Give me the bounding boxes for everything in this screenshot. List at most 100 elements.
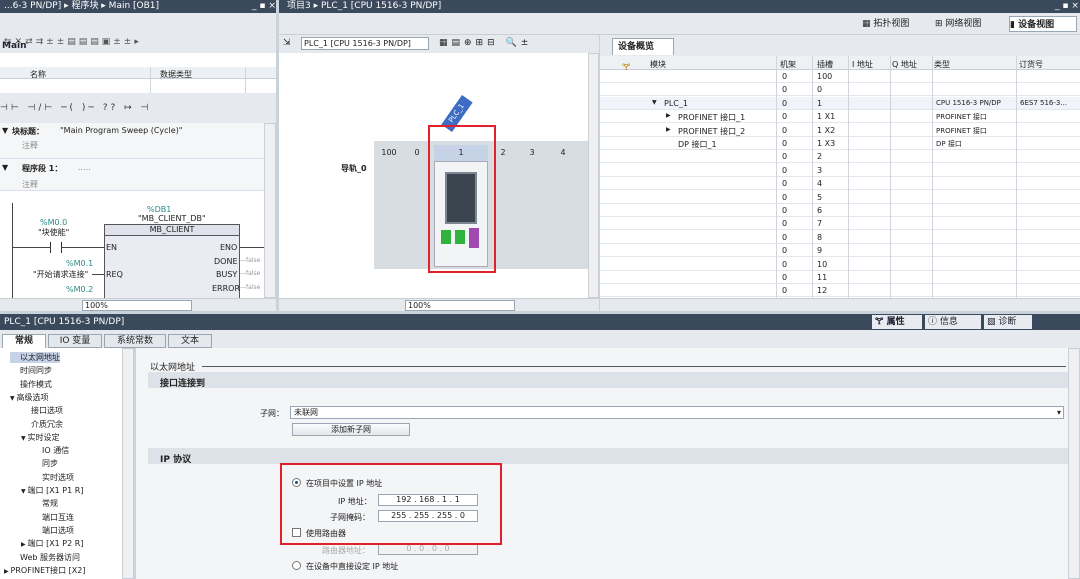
nav-item[interactable]: 操作模式 [10,379,52,390]
radio-set-on-device[interactable] [292,561,301,570]
ladder-toolbar: ⊣⊢ ⊣/⊢ ─( )─ ?? ↦ ⊣ [0,93,276,123]
ladder-elements-icons[interactable]: ⊣⊢ ⊣/⊢ ─( )─ ?? ↦ ⊣ [0,103,151,113]
col-slot: 插槽 [817,60,833,69]
table-row[interactable]: 03 [600,164,1080,177]
view-switcher: ▦ 拓扑视图 ⊞ 网络视图 ▮ 设备视图 [279,13,1080,35]
tab-device[interactable]: ▮ 设备视图 [1009,16,1077,32]
tab-info[interactable]: ⓘ 信息 [925,315,981,329]
table-row[interactable]: 0 10 [600,258,1080,271]
table-row[interactable]: 07 [600,217,1080,231]
tab-io-tags[interactable]: IO 变量 [48,334,102,348]
block-name: Main [2,41,27,51]
contact1-address: %M0.0 [40,218,68,227]
network-comment[interactable]: 注释 [22,179,38,190]
nav-item[interactable]: ▼ 实时设定 [21,432,60,443]
nav-item[interactable]: ▶ 端口 [X1 P2 R] [21,538,83,549]
table-row[interactable]: 09 [600,244,1080,258]
dropdown-arrow-icon: ▾ [1056,408,1061,417]
table-row[interactable]: DP 接口_1 0 1 X3 DP 接口 [600,137,1080,150]
table-row[interactable]: 0 11 [600,271,1080,284]
block-comment[interactable]: 注释 [22,140,38,151]
tab-diagnostics[interactable]: ▧ 诊断 [984,315,1032,329]
expand-icon[interactable]: ▼ [652,99,657,106]
device-window-controls[interactable]: _ ▪ × [1055,0,1079,12]
nav-item[interactable]: 介质冗余 [21,419,63,430]
slot-cell: 100 [817,72,833,81]
tab-texts[interactable]: 文本 [168,334,212,348]
nav-item[interactable]: IO 通信 [32,445,69,456]
module-cell: PLC_1 [664,98,688,108]
toolbar-icons[interactable]: ⇆✕⇄⇉±±▤▤▤▣±±▸ [4,37,264,47]
tab-properties[interactable]: 🝖 属性 [872,315,922,329]
rail-label: 导轨_0 [341,164,367,173]
slot-0[interactable]: 0 [404,148,430,157]
table-row[interactable]: ▼ PLC_1 0 1 CPU 1516-3 PN/DP 6ES7 516-3... [600,96,1080,110]
tab-device-overview[interactable]: 设备概览 [612,38,674,55]
editor-zoom[interactable]: 100% [82,300,192,311]
expand-icon[interactable]: ▶ [666,126,671,133]
nav-item[interactable]: Web 服务器访问 [10,552,80,563]
content-vscroll[interactable] [1068,348,1080,579]
table-row[interactable]: ▶ PROFINET 接口_1 0 1 X1 PROFINET 接口 [600,110,1080,124]
block-title-value[interactable]: "Main Program Sweep (Cycle)" [60,126,183,135]
iface-group-title: 接口连接到 [160,379,206,389]
device-toolbar: ⇲ PLC_1 [CPU 1516-3 PN/DP] ▦▤⊕⊞⊟ 🔍± [279,35,599,53]
canvas-zoom[interactable]: 100% [405,300,515,311]
slot-3[interactable]: 3 [518,148,546,157]
table-row[interactable]: 08 [600,231,1080,244]
table-row[interactable]: 00 [600,83,1080,97]
expand-icon[interactable]: ▶ [666,112,671,119]
slot-cell: 1 X1 [817,112,836,122]
nav-item[interactable]: 时间同步 [10,365,52,376]
table-row[interactable]: 05 [600,191,1080,204]
tab-general[interactable]: 常规 [2,334,46,348]
table-row[interactable]: 02 [600,150,1080,164]
slot-cell: 6 [817,206,823,215]
nav-item[interactable]: ▶ PROFINET接口 [X2] [4,565,85,576]
table-row[interactable]: 06 [600,204,1080,217]
nav-item[interactable]: ▼ 高级选项 [10,392,49,403]
table-row[interactable]: ▶ PROFINET 接口_2 0 1 X2 PROFINET 接口 [600,124,1080,137]
device-select[interactable]: PLC_1 [CPU 1516-3 PN/DP] [301,37,429,50]
ip-group-header: IP 协议 [148,448,1068,465]
table-row[interactable]: 0 100 [600,70,1080,83]
table-row[interactable]: 0 12 [600,284,1080,298]
network-title[interactable]: ..... [78,163,91,172]
nav-item-label: Web 服务器访问 [20,552,80,562]
nav-item[interactable]: ▼ 端口 [X1 P1 R] [21,485,83,496]
block-title-label: 块标题： [12,127,44,136]
add-subnet-button[interactable]: 添加新子网 [292,423,410,436]
interface-table: 名称 数据类型 [0,53,276,93]
nav-item[interactable]: 端口互连 [32,512,74,523]
nav-item[interactable]: 端口选项 [32,525,74,536]
slot-cell: 9 [817,246,823,256]
canvas-vscroll[interactable] [588,53,599,298]
nav-item[interactable]: 常规 [32,498,58,509]
nav-item[interactable]: 接口选项 [21,405,63,416]
rack-cell: 0 [782,139,788,148]
window-controls[interactable]: _ ▪ × [252,0,276,12]
nav-item[interactable]: 同步 [32,458,58,469]
nav-item-label: 介质冗余 [31,419,63,429]
slot-4[interactable]: 4 [548,148,578,157]
overview-hscroll[interactable] [600,298,1080,311]
nav-item-label: 实时选项 [42,472,74,482]
tab-network[interactable]: ⊞ 网络视图 [935,17,1005,31]
nav-vscroll[interactable] [122,348,134,579]
editor-vscroll[interactable] [264,123,276,298]
table-row[interactable]: 04 [600,177,1080,191]
rack-cell: 0 [782,152,788,162]
tab-topology[interactable]: ▦ 拓扑视图 [862,17,932,31]
nav-item[interactable]: 以太网地址 [10,352,60,363]
overview-header: 🝖 模块 机架 插槽 I 地址 Q 地址 类型 订货号 [600,56,1080,73]
subnet-select[interactable]: 未联网 ▾ [290,406,1064,419]
slot-cell: 11 [817,273,828,282]
device-tool-icon[interactable]: ⇲ [283,38,291,48]
slot-cell: 1 X3 [817,139,836,148]
tab-system-constants[interactable]: 系统常数 [104,334,166,348]
nav-item[interactable]: 实时选项 [32,472,74,483]
contact1[interactable] [50,242,62,253]
slot-100[interactable]: 100 [376,148,402,157]
rack-cell: 0 [782,259,788,269]
device-view-icons[interactable]: ▦▤⊕⊞⊟ 🔍± [439,38,532,48]
